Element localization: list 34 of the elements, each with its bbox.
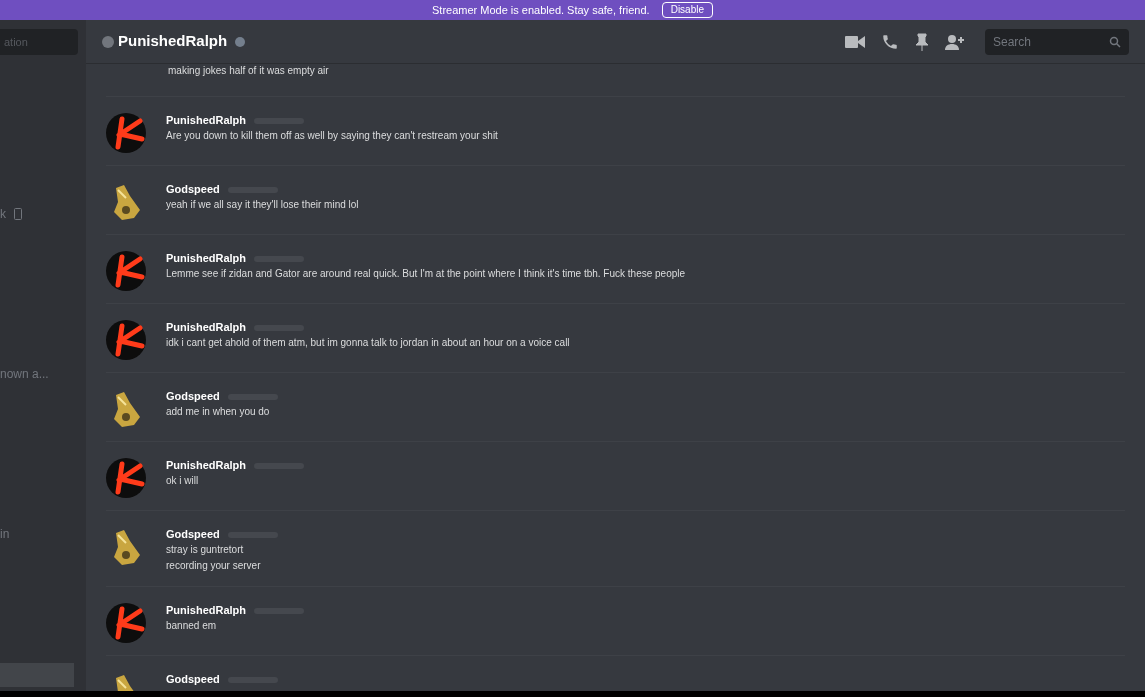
channel-title: PunishedRalph (118, 31, 228, 52)
author-name[interactable]: PunishedRalph (166, 113, 247, 128)
author-name[interactable]: PunishedRalph (166, 320, 247, 335)
message-text: stray is guntretort (166, 543, 245, 557)
author-name[interactable]: Godspeed (166, 182, 220, 197)
avatar-icon (106, 113, 146, 153)
message-text: Lemme see if zidan and Gator are around real quick. But I'm at the point where I think it's time tbh. Fuck these people (166, 267, 686, 281)
message-text: ok i will (166, 474, 200, 488)
message-text: add me in when you do (166, 405, 271, 419)
phone-call-icon[interactable] (881, 32, 899, 51)
video-camera-icon[interactable] (845, 34, 865, 49)
avatar-icon (106, 320, 146, 360)
author-name[interactable]: PunishedRalph (166, 251, 247, 266)
author-name[interactable]: Godspeed (166, 389, 220, 404)
author-name[interactable]: Godspeed (166, 672, 220, 687)
author-name[interactable]: Godspeed (166, 527, 220, 542)
disable-button[interactable]: Disable (661, 2, 713, 18)
message-text: yeah if we all say it they'll lose their mind lol (166, 198, 359, 212)
pin-icon[interactable] (915, 32, 929, 51)
message-text: making jokes half of it was empty air (168, 64, 330, 78)
search-field[interactable]: Search (985, 28, 1129, 55)
message-text: banned em (166, 619, 218, 633)
message-text: Are you down to kill them off as well by saying they can't restream your shit (166, 129, 498, 143)
author-name[interactable]: PunishedRalph (166, 603, 247, 618)
author-name[interactable]: PunishedRalph (166, 458, 247, 473)
search-icon (1109, 35, 1121, 48)
avatar-icon (106, 603, 146, 643)
add-user-icon[interactable] (945, 33, 965, 50)
message-text: idk i cant get ahold of them atm, but im gonna talk to jordan in about an hour on a voice call (166, 336, 570, 350)
avatar-icon (106, 458, 146, 498)
message-text: recording your server (166, 559, 262, 573)
avatar-icon (106, 251, 146, 291)
banner-text: Streamer Mode is enabled. Stay safe, friend. (432, 2, 650, 18)
phone-icon (14, 208, 22, 220)
